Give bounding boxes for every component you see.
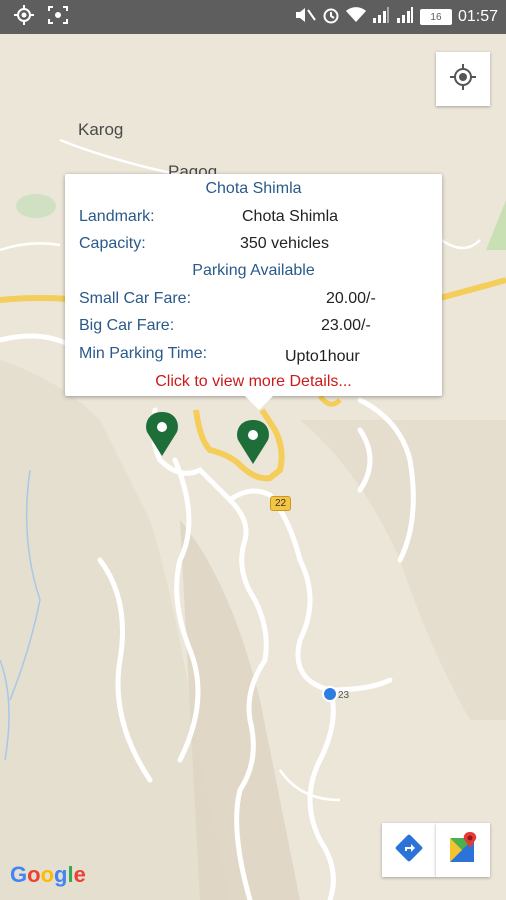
landmark-value: Chota Shimla <box>242 208 339 225</box>
map-view[interactable]: Karog Pagog 22 23 <box>0 34 506 900</box>
big-car-fare-label: Big Car Fare: <box>79 317 175 334</box>
signal-icon-2 <box>396 6 414 28</box>
my-location-button[interactable] <box>436 52 490 106</box>
parking-marker-icon-2[interactable] <box>237 420 269 464</box>
place-label: Karog <box>78 120 124 139</box>
min-parking-time-label: Min Parking Time: <box>79 345 208 362</box>
google-maps-icon <box>448 831 478 869</box>
landmark-label: Landmark: <box>79 208 155 225</box>
wifi-icon <box>345 6 366 28</box>
road-tag: 23 <box>338 690 350 701</box>
open-google-maps-button[interactable] <box>436 823 490 877</box>
small-car-fare-value: 20.00/- <box>326 290 376 307</box>
location-icon <box>14 4 34 30</box>
map-terrain <box>0 138 506 900</box>
user-location-dot <box>322 686 338 702</box>
directions-icon <box>394 833 424 868</box>
mute-icon <box>294 6 316 29</box>
parking-status: Parking Available <box>192 262 315 279</box>
clock: 01:57 <box>457 8 498 25</box>
small-car-fare-label: Small Car Fare: <box>79 290 192 307</box>
parking-info-window[interactable]: Chota Shimla Landmark: Chota Shimla Capa… <box>65 174 442 410</box>
my-location-icon <box>450 63 476 95</box>
big-car-fare-value: 23.00/- <box>321 317 371 334</box>
capacity-value: 350 vehicles <box>240 235 329 252</box>
screenshot-icon <box>48 5 68 29</box>
parking-marker-icon[interactable] <box>146 412 178 456</box>
capacity-label: Capacity: <box>79 235 146 252</box>
view-details-link[interactable]: Click to view more Details... <box>65 373 442 391</box>
signal-icon <box>372 6 390 28</box>
info-title: Chota Shimla <box>205 180 302 197</box>
google-logo: Google <box>10 862 86 887</box>
road-shield: 22 <box>270 496 292 511</box>
battery-indicator: 16 <box>419 9 452 25</box>
min-parking-time-value: Upto1hour <box>285 348 360 365</box>
alarm-icon <box>322 6 340 29</box>
directions-button[interactable] <box>382 823 436 877</box>
status-bar: 16 01:57 <box>0 0 506 34</box>
